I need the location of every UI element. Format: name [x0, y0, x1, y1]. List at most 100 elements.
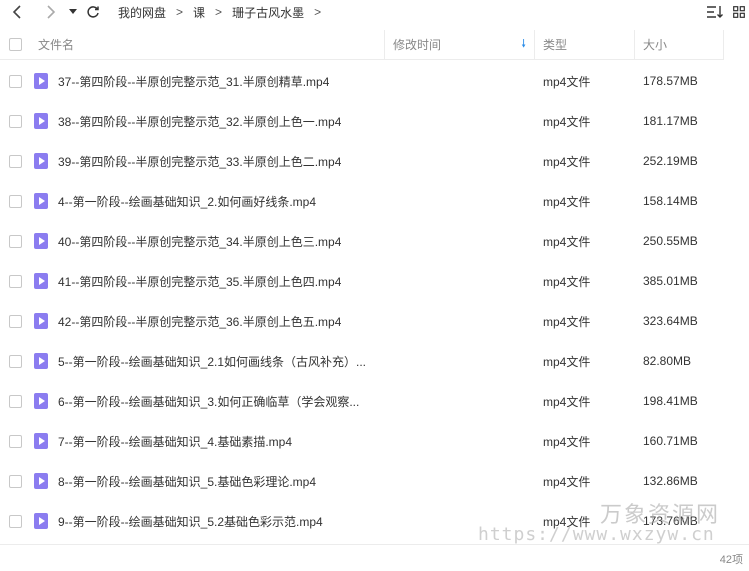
file-row[interactable]: 37--第四阶段--半原创完整示范_31.半原创精草.mp4 mp4文件 178.5… — [0, 61, 749, 101]
row-checkbox[interactable] — [8, 154, 22, 168]
file-row[interactable]: 42--第四阶段--半原创完整示范_36.半原创上色五.mp4 mp4文件 323.… — [0, 301, 749, 341]
row-check-cell — [0, 314, 30, 328]
file-name-cell[interactable]: 9--第一阶段--绘画基础知识_5.2基础色彩示范.mp4 — [30, 513, 535, 530]
select-all-checkbox[interactable] — [8, 38, 22, 51]
row-checkbox[interactable] — [8, 474, 22, 488]
row-checkbox[interactable] — [8, 234, 22, 248]
file-name: 39--第四阶段--半原创完整示范_33.半原创上色二.mp4 — [58, 154, 342, 169]
file-list-header: 文件名 修改时间 🠗 类型 大小 — [0, 29, 724, 60]
file-row[interactable]: 41--第四阶段--半原创完整示范_35.半原创上色四.mp4 mp4文件 385.… — [0, 261, 749, 301]
breadcrumb-separator[interactable]: > — [314, 5, 321, 19]
video-file-icon — [34, 433, 48, 449]
file-type: mp4文件 — [543, 354, 591, 369]
file-size: 160.71MB — [643, 434, 698, 448]
breadcrumb-item-my-disk[interactable]: 我的网盘 — [116, 4, 168, 21]
row-checkbox[interactable] — [8, 74, 22, 88]
file-row[interactable]: 8--第一阶段--绘画基础知识_5.基础色彩理论.mp4 mp4文件 132.86M… — [0, 461, 749, 501]
column-header-type[interactable]: 类型 — [535, 29, 635, 60]
file-size: 385.01MB — [643, 274, 698, 288]
breadcrumb-item-course[interactable]: 课 — [191, 4, 207, 21]
column-header-time[interactable]: 修改时间 🠗 — [385, 29, 535, 60]
file-row[interactable]: 4--第一阶段--绘画基础知识_2.如何画好线条.mp4 mp4文件 158.14M… — [0, 181, 749, 221]
file-size: 198.41MB — [643, 394, 698, 408]
refresh-icon[interactable] — [82, 1, 104, 23]
file-name-cell[interactable]: 6--第一阶段--绘画基础知识_3.如何正确临草（学会观察... — [30, 393, 535, 410]
caret-down-icon[interactable] — [66, 1, 80, 23]
file-name-cell[interactable]: 42--第四阶段--半原创完整示范_36.半原创上色五.mp4 — [30, 313, 535, 330]
row-check-cell — [0, 114, 30, 128]
row-checkbox[interactable] — [8, 394, 22, 408]
file-name-cell[interactable]: 41--第四阶段--半原创完整示范_35.半原创上色四.mp4 — [30, 273, 535, 290]
file-name-cell[interactable]: 5--第一阶段--绘画基础知识_2.1如何画线条（古风补充）... — [30, 353, 535, 370]
file-size: 132.86MB — [643, 474, 698, 488]
breadcrumb-item-current-folder[interactable]: 珊子古风水墨 — [230, 4, 306, 21]
file-name-cell[interactable]: 37--第四阶段--半原创完整示范_31.半原创精草.mp4 — [30, 73, 535, 90]
row-checkbox[interactable] — [8, 274, 22, 288]
grid-icon[interactable] — [729, 1, 749, 23]
file-name-cell[interactable]: 39--第四阶段--半原创完整示范_33.半原创上色二.mp4 — [30, 153, 535, 170]
file-row[interactable]: 5--第一阶段--绘画基础知识_2.1如何画线条（古风补充）... mp4文件 82… — [0, 341, 749, 381]
chevron-right-icon[interactable] — [40, 1, 62, 23]
column-header-name[interactable]: 文件名 — [30, 29, 385, 60]
sort-icon[interactable] — [705, 1, 725, 23]
row-check-cell — [0, 154, 30, 168]
file-name-cell[interactable]: 4--第一阶段--绘画基础知识_2.如何画好线条.mp4 — [30, 193, 535, 210]
file-row[interactable]: 39--第四阶段--半原创完整示范_33.半原创上色二.mp4 mp4文件 252.… — [0, 141, 749, 181]
video-file-icon — [34, 193, 48, 209]
row-check-cell — [0, 474, 30, 488]
select-all-cell — [0, 38, 30, 51]
file-row[interactable]: 6--第一阶段--绘画基础知识_3.如何正确临草（学会观察... mp4文件 198… — [0, 381, 749, 421]
video-file-icon — [34, 233, 48, 249]
row-checkbox[interactable] — [8, 314, 22, 328]
file-row[interactable]: 38--第四阶段--半原创完整示范_32.半原创上色一.mp4 mp4文件 181.… — [0, 101, 749, 141]
file-size: 250.55MB — [643, 234, 698, 248]
row-check-cell — [0, 274, 30, 288]
breadcrumb-separator: > — [176, 5, 184, 19]
file-type: mp4文件 — [543, 394, 591, 409]
video-file-icon — [34, 273, 48, 289]
video-file-icon — [34, 513, 48, 529]
file-name: 37--第四阶段--半原创完整示范_31.半原创精草.mp4 — [58, 74, 330, 89]
row-checkbox[interactable] — [8, 114, 22, 128]
file-name: 7--第一阶段--绘画基础知识_4.基础素描.mp4 — [58, 434, 293, 449]
file-name: 5--第一阶段--绘画基础知识_2.1如何画线条（古风补充）... — [58, 354, 367, 369]
watermark-url: https://www.wxzyw.cn — [478, 524, 715, 545]
row-check-cell — [0, 234, 30, 248]
row-checkbox[interactable] — [8, 434, 22, 448]
video-file-icon — [34, 73, 48, 89]
file-name: 38--第四阶段--半原创完整示范_32.半原创上色一.mp4 — [58, 114, 342, 129]
row-checkbox[interactable] — [8, 194, 22, 208]
file-type: mp4文件 — [543, 234, 591, 249]
file-name-cell[interactable]: 40--第四阶段--半原创完整示范_34.半原创上色三.mp4 — [30, 233, 535, 250]
file-type: mp4文件 — [543, 434, 591, 449]
breadcrumb-separator: > — [215, 5, 223, 19]
view-controls — [705, 0, 749, 24]
file-size: 181.17MB — [643, 114, 698, 128]
row-check-cell — [0, 434, 30, 448]
file-list: 37--第四阶段--半原创完整示范_31.半原创精草.mp4 mp4文件 178.5… — [0, 61, 749, 541]
file-name-cell[interactable]: 38--第四阶段--半原创完整示范_32.半原创上色一.mp4 — [30, 113, 535, 130]
row-check-cell — [0, 394, 30, 408]
file-row[interactable]: 7--第一阶段--绘画基础知识_4.基础素描.mp4 mp4文件 160.71MB — [0, 421, 749, 461]
video-file-icon — [34, 113, 48, 129]
row-check-cell — [0, 514, 30, 528]
video-file-icon — [34, 153, 48, 169]
file-name: 40--第四阶段--半原创完整示范_34.半原创上色三.mp4 — [58, 234, 342, 249]
file-name-cell[interactable]: 7--第一阶段--绘画基础知识_4.基础素描.mp4 — [30, 433, 535, 450]
column-header-size[interactable]: 大小 — [635, 29, 724, 60]
file-name: 41--第四阶段--半原创完整示范_35.半原创上色四.mp4 — [58, 274, 342, 289]
file-row[interactable]: 40--第四阶段--半原创完整示范_34.半原创上色三.mp4 mp4文件 250.… — [0, 221, 749, 261]
file-name: 4--第一阶段--绘画基础知识_2.如何画好线条.mp4 — [58, 194, 317, 209]
file-size: 158.14MB — [643, 194, 698, 208]
file-name: 42--第四阶段--半原创完整示范_36.半原创上色五.mp4 — [58, 314, 342, 329]
row-check-cell — [0, 194, 30, 208]
file-size: 252.19MB — [643, 154, 698, 168]
file-name-cell[interactable]: 8--第一阶段--绘画基础知识_5.基础色彩理论.mp4 — [30, 473, 535, 490]
file-type: mp4文件 — [543, 114, 591, 129]
file-size: 82.80MB — [643, 354, 692, 368]
row-checkbox[interactable] — [8, 514, 22, 528]
file-name: 8--第一阶段--绘画基础知识_5.基础色彩理论.mp4 — [58, 474, 317, 489]
row-check-cell — [0, 354, 30, 368]
chevron-left-icon[interactable] — [6, 1, 28, 23]
row-checkbox[interactable] — [8, 354, 22, 368]
